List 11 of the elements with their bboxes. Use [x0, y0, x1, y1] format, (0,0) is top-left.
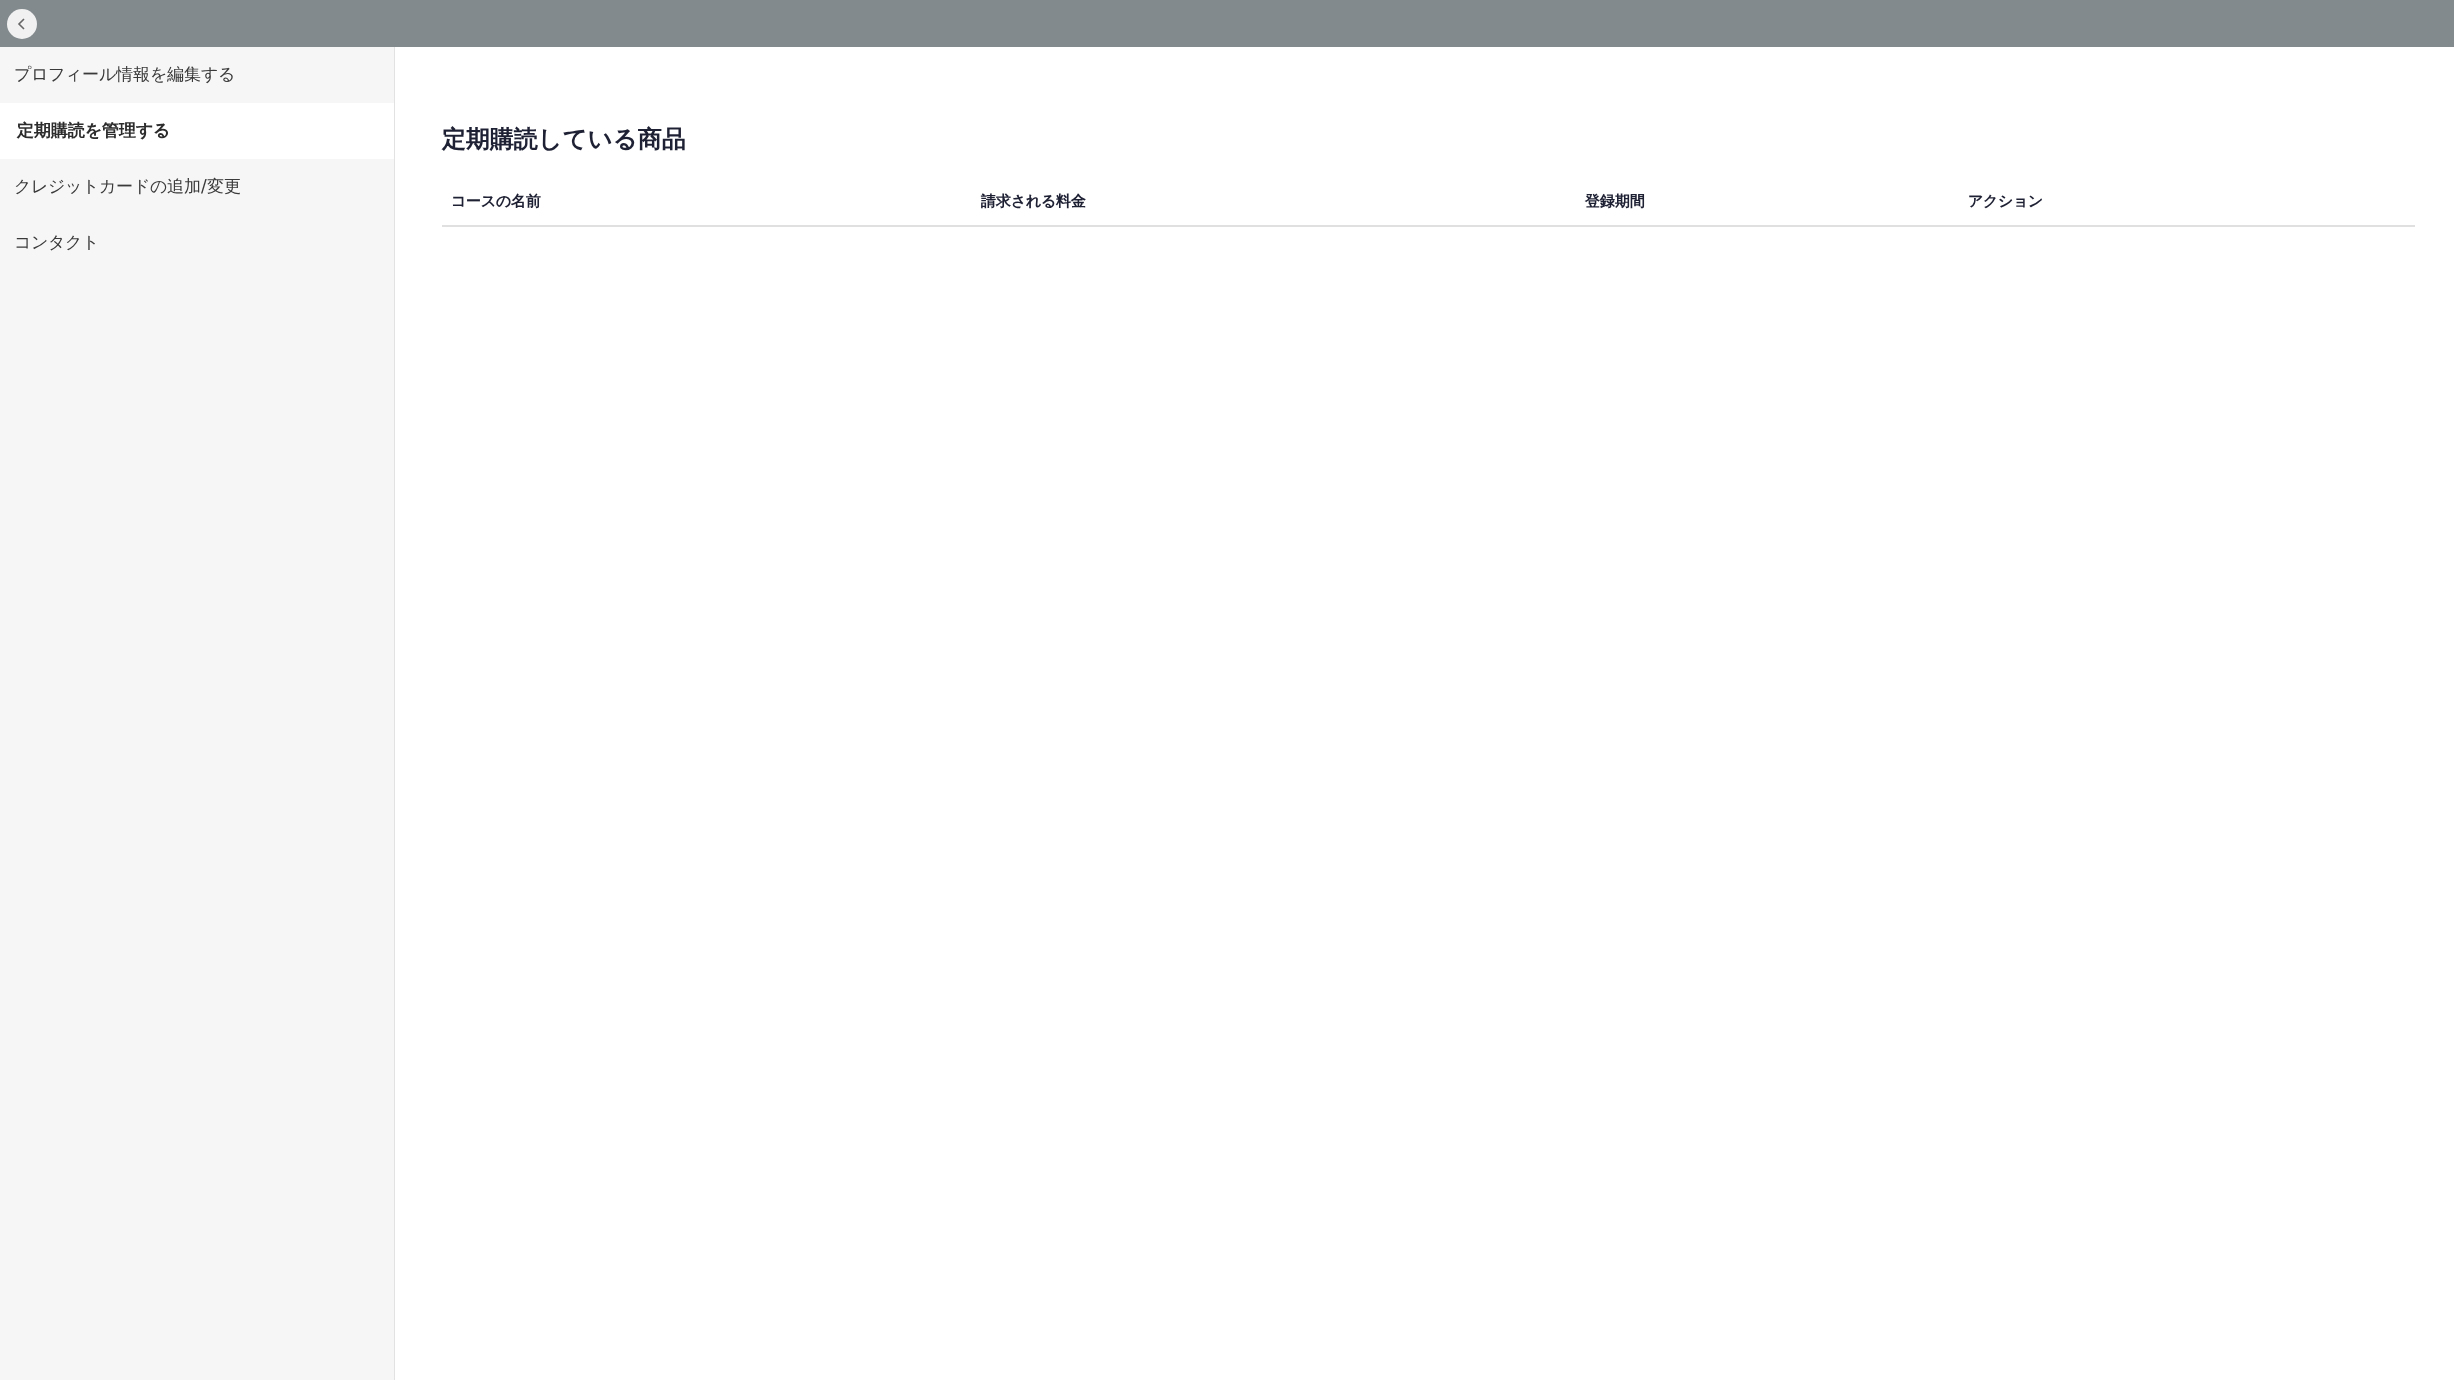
column-header: アクション [1968, 192, 2043, 210]
sidebar-item[interactable]: コンタクト [0, 215, 394, 271]
sidebar-item[interactable]: 定期購読を管理する [0, 103, 394, 159]
column-header: 登録期間 [1585, 192, 1645, 210]
page-title: 定期購読している商品 [442, 127, 687, 151]
back-button[interactable] [7, 8, 37, 39]
sidebar-item[interactable]: プロフィール情報を編集する [0, 47, 394, 103]
column-header: 請求される料金 [981, 192, 1086, 210]
chevron-left-icon [16, 16, 28, 31]
sidebar-item[interactable]: クレジットカードの追加/変更 [0, 159, 394, 215]
column-header: コースの名前 [451, 192, 541, 210]
